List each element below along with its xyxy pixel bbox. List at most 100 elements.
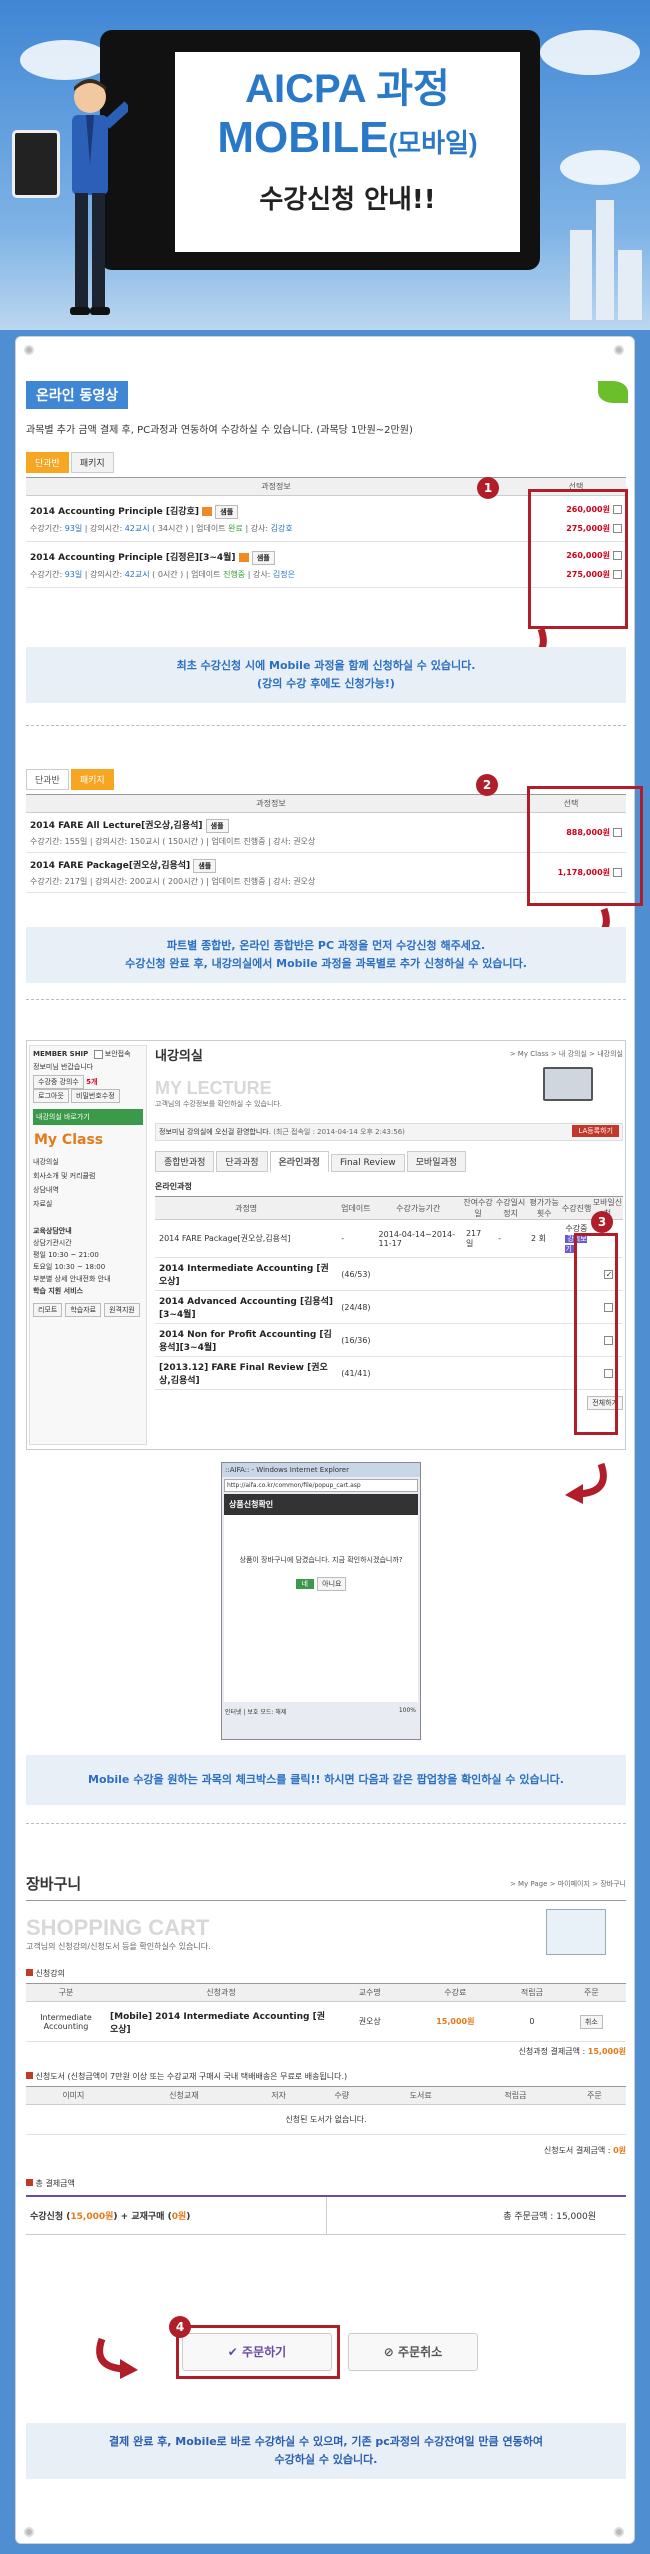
course-name-text: 2014 Accounting Principle [김정은][3~4월] xyxy=(30,552,236,563)
new-icon xyxy=(238,552,249,562)
pay-plus: + 교재구매 xyxy=(120,2212,165,2222)
pay-left: 수강신청 (15,000원) + 교재구매 (0원) xyxy=(30,2212,191,2222)
col-image: 이미지 xyxy=(26,2086,121,2105)
sub-course-progress: (16/36) xyxy=(337,1323,375,1357)
meta-label: 업데이트 xyxy=(196,523,226,533)
popup-window: ::AIFA:: - Windows Internet Explorer htt… xyxy=(221,1462,421,1740)
curved-arrow-icon xyxy=(96,2337,138,2379)
sub-course-name: 2014 Advanced Accounting [김용석][3~4월] xyxy=(155,1290,338,1324)
step-badge-4: 4 xyxy=(169,2316,191,2338)
sample-button[interactable]: 샘플 xyxy=(193,859,217,873)
popup-url: http://aifa.co.kr/common/file/popup_cart… xyxy=(224,1479,418,1492)
material-button[interactable]: 학습자료 xyxy=(65,1303,102,1317)
order-cancel-button[interactable]: ⊘ 주문취소 xyxy=(348,2333,478,2371)
pin-icon xyxy=(614,345,624,355)
hero-title-line2: MOBILE(모바일) xyxy=(175,112,520,169)
col-remain: 잔여수강일 xyxy=(461,1196,495,1220)
table-row: 2014 Advanced Accounting [김용석][3~4월] (24/… xyxy=(155,1290,623,1324)
tab-package[interactable]: 패키지 xyxy=(70,452,114,473)
course-name-text: 2014 Accounting Principle [김강호] xyxy=(30,506,199,517)
table-row: 2014 Non for Profit Accounting [김용석][3~4… xyxy=(155,1323,623,1357)
sidebar-link[interactable]: 자료실 xyxy=(33,1197,143,1211)
pay-book-value: 0원 xyxy=(171,2212,187,2222)
breadcrumb: > My Class > 내 강의실 > 내강의실 xyxy=(509,1050,623,1058)
course-name: 2014 FARE Package[권오상,김용석] 샘플 xyxy=(30,858,512,873)
sample-button[interactable]: 샘플 xyxy=(215,504,239,519)
cart-illustration xyxy=(546,1909,606,1955)
meta-label: 수강기간: xyxy=(30,569,63,579)
lecture-count-button[interactable]: 수강중 강의수 xyxy=(33,1075,84,1089)
sub-course-progress: (46/53) xyxy=(337,1257,375,1291)
hero-title-line3: 수강신청 안내!! xyxy=(259,185,436,215)
meta-hours: ( 0시간 ) xyxy=(152,569,184,579)
pkg-period: 2014-04-14~2014-11-17 xyxy=(374,1219,462,1258)
col-period: 수강가능기간 xyxy=(374,1196,462,1220)
center-info: 교육상담안내 상담기관시간 평일 10:30 ~ 21:00 토요일 10:30 ~ … xyxy=(30,1222,146,1300)
my-lecture-screenshot: MEMBER SHIP 보안접속 정보미님 반갑습니다 수강중 강의수 5개 로그… xyxy=(26,1040,626,1450)
tab-comprehensive[interactable]: 종합반과정 xyxy=(155,1151,215,1172)
lec-total-value: 15,000원 xyxy=(587,2047,626,2056)
course-name: 2014 Accounting Principle [김정은][3~4월] 샘플 xyxy=(30,550,522,565)
sidebar-link[interactable]: 상담내역 xyxy=(33,1183,143,1197)
step-badge-2: 2 xyxy=(476,774,498,796)
col-book: 신청교재 xyxy=(120,2086,247,2105)
tab-single[interactable]: 단과반 xyxy=(26,452,69,473)
sample-button[interactable]: 샘플 xyxy=(251,550,275,565)
table-row: 신청된 도서가 없습니다. xyxy=(26,2104,626,2135)
popup-no-button[interactable]: 아니요 xyxy=(317,1577,347,1591)
cart-course-name: [Mobile] 2014 Intermediate Accounting [권… xyxy=(106,2001,336,2042)
step-badge-1: 1 xyxy=(477,477,499,499)
sidebar-link[interactable]: 내강의실 xyxy=(33,1155,143,1169)
hero-mobile: MOBILE xyxy=(217,113,389,162)
tab-package[interactable]: 패키지 xyxy=(70,769,114,790)
cart-fee: 15,000원 xyxy=(403,2001,508,2042)
tab-online[interactable]: 온라인과정 xyxy=(269,1151,329,1173)
popup-titlebar: ::AIFA:: - Windows Internet Explorer xyxy=(222,1463,420,1477)
meta-label: 수강기간: xyxy=(30,523,63,533)
building xyxy=(570,230,592,320)
tab-mobile[interactable]: 모바일과정 xyxy=(406,1151,467,1172)
sidebar-link[interactable]: 회사소개 및 커리큘럼 xyxy=(33,1169,143,1183)
highlight-box-4 xyxy=(176,2325,340,2379)
book-title: 신청도서 (신청금액이 7만원 이상 또는 수강교재 구매시 국내 택배배송은 … xyxy=(26,2071,626,2082)
online-label: 온라인과정 xyxy=(155,1182,192,1191)
col-order: 주문 xyxy=(562,2086,626,2105)
highlight-box-2 xyxy=(527,786,643,906)
la-register-button[interactable]: LA등록하기 xyxy=(572,1125,619,1137)
tab-final-review[interactable]: Final Review xyxy=(330,1154,405,1172)
lecture-table: 과정명업데이트수강가능기간잔여수강일수강일시정지평가가능횟수수강진행모바일신청 … xyxy=(155,1196,623,1390)
sub-course-progress: (41/41) xyxy=(337,1356,375,1390)
popup-yes-button[interactable]: 네 xyxy=(295,1579,314,1589)
security-checkbox[interactable] xyxy=(93,1049,103,1059)
pay-right-value: 15,000원 xyxy=(556,2212,596,2222)
sidebar: MEMBER SHIP 보안접속 정보미님 반갑습니다 수강중 강의수 5개 로그… xyxy=(29,1045,147,1445)
note-line: (강의 수강 후에도 신청가능!) xyxy=(257,677,395,690)
greeting: 정보미님 반갑습니다 xyxy=(33,1063,94,1071)
cart-cancel-button[interactable]: 취소 xyxy=(579,2014,603,2029)
meta-label: 강의시간: xyxy=(90,569,123,579)
col-name: 과정명 xyxy=(155,1196,338,1220)
learn-title: 학습 지원 서비스 xyxy=(33,1287,83,1295)
support-button[interactable]: 원격지원 xyxy=(104,1303,140,1317)
note-box-1: 최초 수강신청 시에 Mobile 과정을 함께 신청하실 수 있습니다. (강의… xyxy=(26,647,626,703)
password-button[interactable]: 비밀번호수정 xyxy=(71,1089,120,1103)
my-class-title: My Class xyxy=(34,1132,104,1148)
sub-course-name: 2014 Non for Profit Accounting [김용석][3~4… xyxy=(155,1323,338,1357)
remote-button[interactable]: 리모트 xyxy=(33,1303,63,1317)
tab-single[interactable]: 단과반 xyxy=(26,769,69,790)
tab-single-course[interactable]: 단과과정 xyxy=(216,1151,268,1172)
course-meta: 수강기간: 93일 | 강의시간: 42교시 ( 0시간 ) | 업데이트 진행… xyxy=(30,569,296,579)
pay-title-text: 총 결제금액 xyxy=(35,2179,75,2188)
highlight-box-1 xyxy=(528,489,628,629)
logout-button[interactable]: 로그아웃 xyxy=(33,1089,69,1103)
course-meta: 수강기간: 155일 | 강의시간: 150교시 ( 150시간 ) | 업데이… xyxy=(30,837,316,846)
cart-screenshot: 장바구니 > My Page > 마이페이지 > 장바구니 SHOPPING C… xyxy=(26,1873,626,2293)
note-line: 수강신청 완료 후, 내강의실에서 Mobile 과정을 과목별로 추가 신청하… xyxy=(125,957,527,970)
monitor-frame: AICPA 과정 MOBILE(모바일) 수강신청 안내!! xyxy=(100,30,540,270)
sidebar-menu: 수강중 강의수 5개 로그아웃 비밀번호수정 xyxy=(30,1072,146,1106)
sample-button[interactable]: 샘플 xyxy=(205,819,229,833)
col-course-info: 과정정보 xyxy=(26,477,526,496)
pkg-pause: - xyxy=(494,1219,527,1258)
note-line: 수강하실 수 있습니다. xyxy=(274,2453,378,2466)
my-lecture-button[interactable]: 내강의실 바로가기 xyxy=(33,1109,143,1125)
